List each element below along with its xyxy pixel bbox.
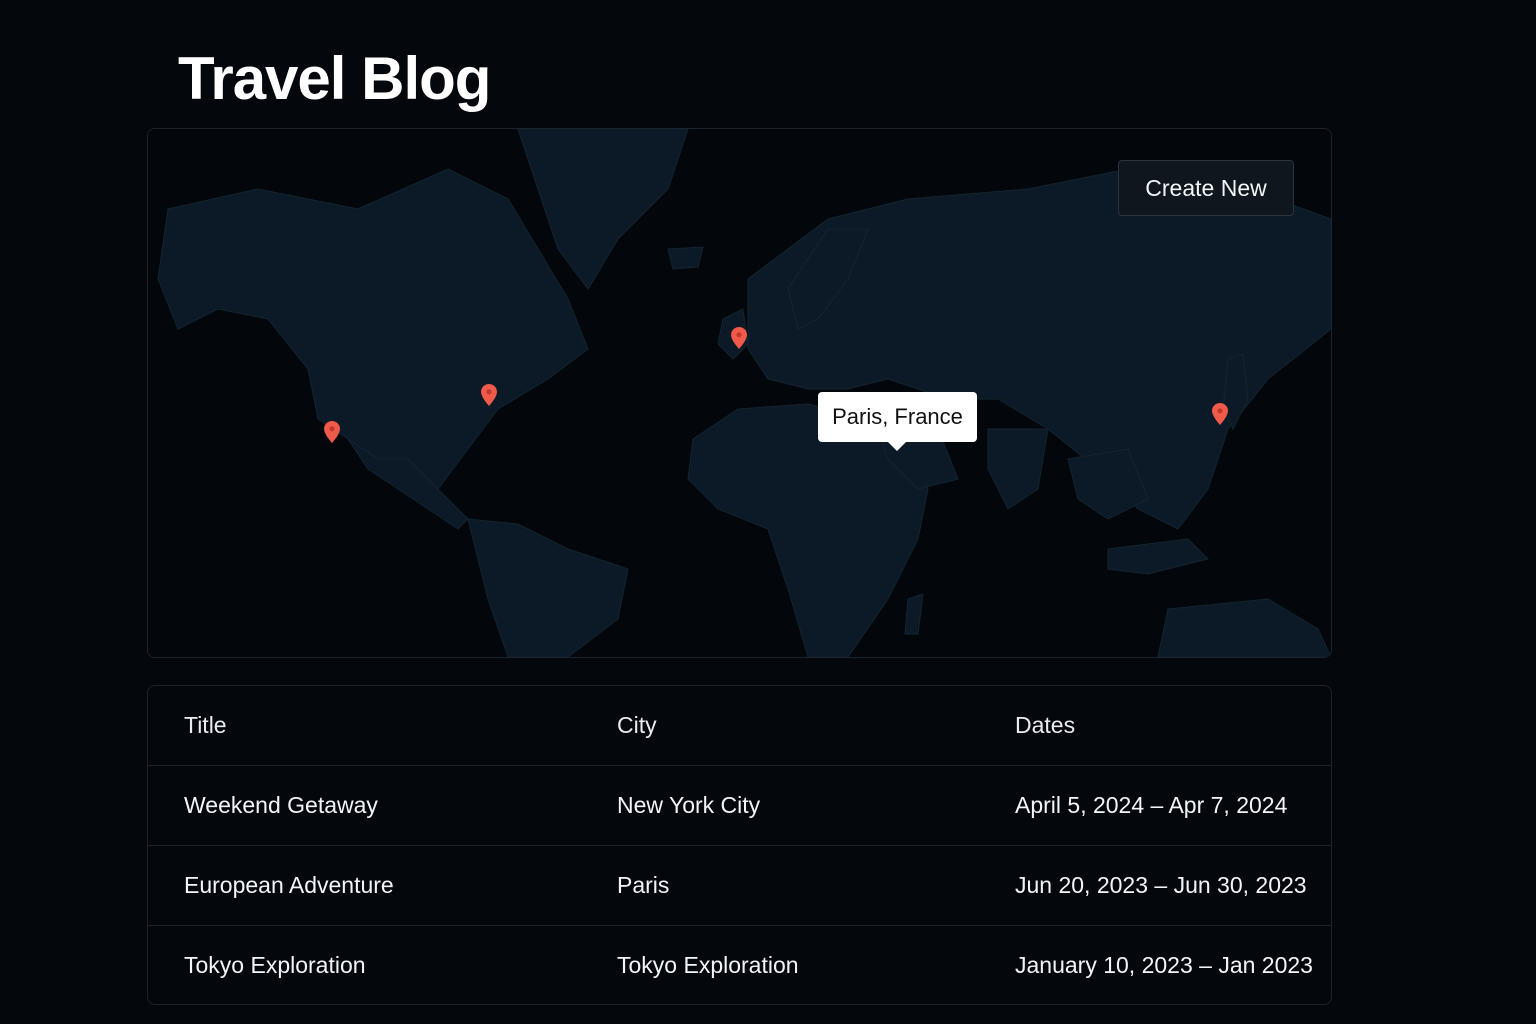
trip-dates: Jun 20, 2023 – Jun 30, 2023 (1015, 872, 1307, 898)
trip-city: Tokyo Exploration (617, 952, 799, 978)
table-row[interactable]: Tokyo Exploration Tokyo Exploration Janu… (148, 926, 1331, 1004)
column-header-dates[interactable]: Dates (1015, 686, 1075, 765)
table-row[interactable]: European Adventure Paris Jun 20, 2023 – … (148, 846, 1331, 926)
trip-city: New York City (617, 792, 761, 818)
create-new-button[interactable]: Create New (1118, 160, 1294, 216)
column-header-title[interactable]: Title (184, 686, 227, 765)
location-pin-icon[interactable] (731, 327, 747, 349)
trip-title: Tokyo Exploration (184, 952, 366, 978)
table-header-row: Title City Dates (148, 686, 1331, 766)
column-header-city[interactable]: City (617, 686, 657, 765)
trip-title: European Adventure (184, 872, 394, 898)
landmass-iceland (667, 246, 704, 270)
trip-title: Weekend Getaway (184, 792, 378, 818)
table-row[interactable]: Weekend Getaway New York City April 5, 2… (148, 766, 1331, 846)
world-map[interactable]: Create New Paris, France (147, 128, 1332, 658)
trips-table: Title City Dates Weekend Getaway New Yor… (147, 685, 1332, 1005)
trip-dates: January 10, 2023 – Jan 2023 (1015, 952, 1313, 978)
trip-dates: April 5, 2024 – Apr 7, 2024 (1015, 792, 1288, 818)
location-pin-icon[interactable] (324, 421, 340, 443)
location-pin-icon[interactable] (1212, 403, 1228, 425)
location-pin-icon[interactable] (481, 384, 497, 406)
page-title: Travel Blog (178, 45, 491, 112)
map-tooltip: Paris, France (818, 392, 977, 451)
trip-city: Paris (617, 872, 670, 898)
